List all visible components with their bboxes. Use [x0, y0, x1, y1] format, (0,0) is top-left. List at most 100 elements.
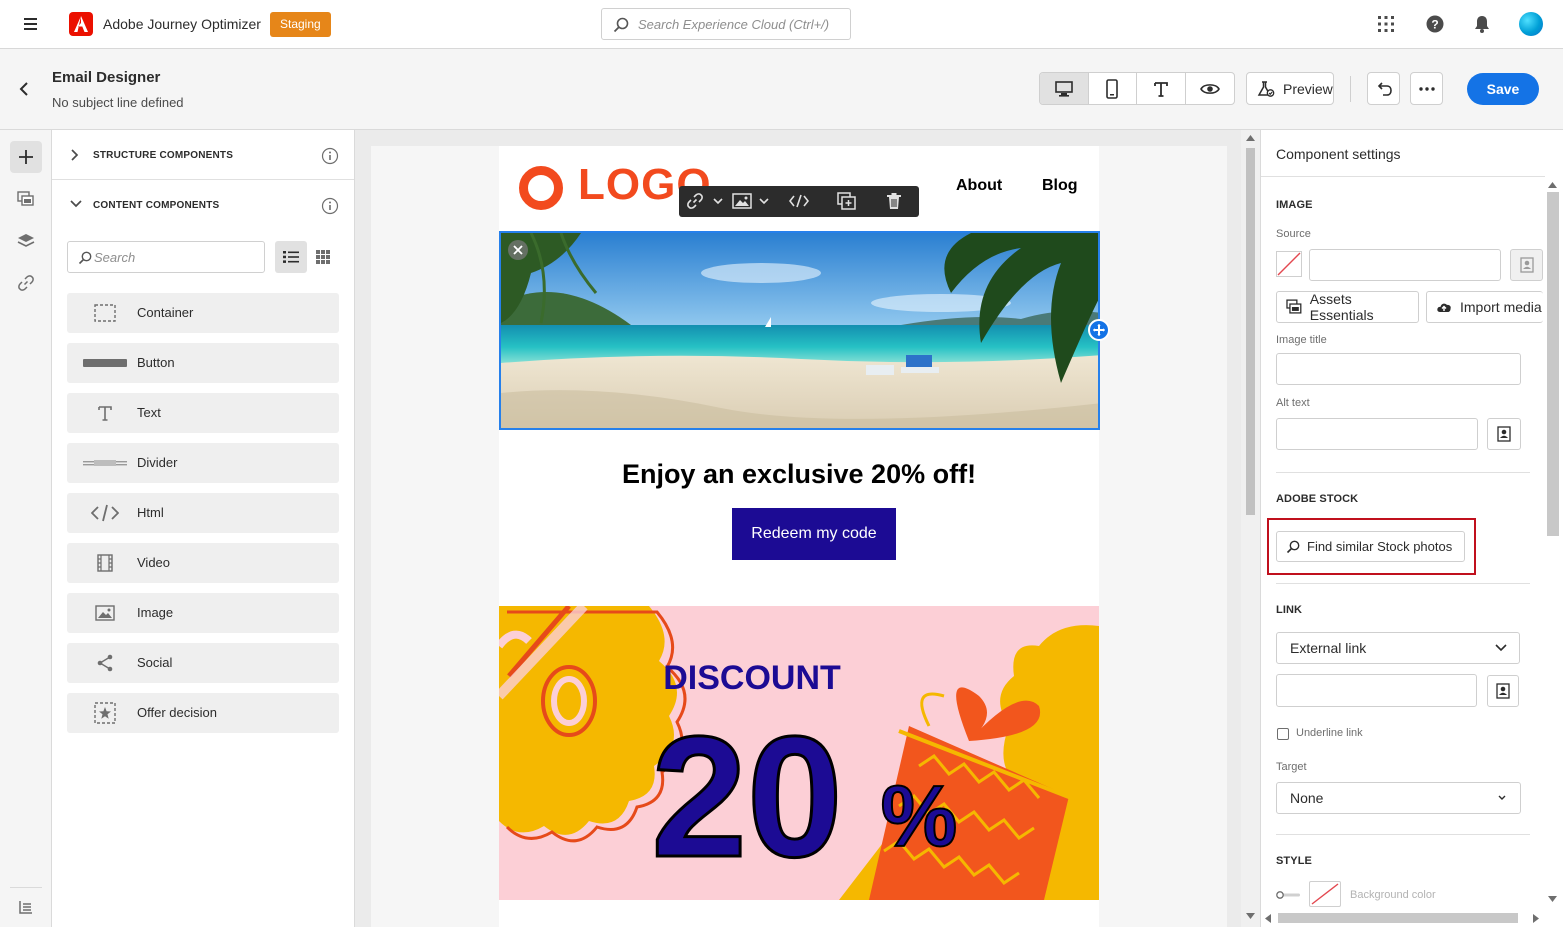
- component-text[interactable]: Text: [67, 393, 339, 433]
- scroll-down-icon[interactable]: [1548, 896, 1557, 902]
- source-field[interactable]: [1309, 249, 1501, 281]
- links-rail-button[interactable]: [10, 267, 42, 299]
- offer-decision-icon: [81, 702, 129, 724]
- image-title-field[interactable]: [1276, 353, 1521, 385]
- hero-image[interactable]: [499, 231, 1100, 430]
- alt-text-personalize-button[interactable]: [1487, 418, 1521, 450]
- canvas-scrollbar[interactable]: [1241, 130, 1260, 927]
- link-icon[interactable]: [686, 192, 704, 210]
- component-html[interactable]: Html: [67, 493, 339, 533]
- settings-horizontal-scrollbar[interactable]: [1263, 910, 1543, 926]
- help-icon[interactable]: ?: [1425, 14, 1445, 34]
- settings-hscroll-thumb[interactable]: [1278, 913, 1518, 923]
- assets-rail-button[interactable]: [10, 183, 42, 215]
- add-component-handle-icon[interactable]: [1088, 319, 1110, 341]
- target-label: Target: [1276, 761, 1307, 773]
- notifications-bell-icon[interactable]: [1472, 14, 1492, 34]
- underline-link-checkbox[interactable]: [1277, 728, 1289, 740]
- link-type-select[interactable]: External link: [1276, 632, 1520, 664]
- image-icon[interactable]: [732, 192, 752, 210]
- email-headline[interactable]: Enjoy an exclusive 20% off!: [499, 459, 1099, 490]
- redeem-code-button[interactable]: Redeem my code: [732, 508, 896, 560]
- plus-icon: [19, 150, 33, 164]
- save-button[interactable]: Save: [1467, 73, 1539, 105]
- promo-percent: %: [881, 769, 957, 865]
- settings-rail-button[interactable]: [10, 891, 42, 923]
- component-offer-decision[interactable]: Offer decision: [67, 693, 339, 733]
- background-color-toggle[interactable]: [1276, 891, 1300, 899]
- preview-button[interactable]: Preview: [1246, 72, 1334, 105]
- settings-divider: [1276, 834, 1530, 835]
- assets-essentials-button[interactable]: Assets Essentials: [1276, 291, 1419, 323]
- source-swatch[interactable]: [1276, 251, 1302, 277]
- back-chevron-icon[interactable]: [18, 82, 30, 96]
- scroll-left-icon[interactable]: [1265, 914, 1271, 923]
- scroll-right-icon[interactable]: [1533, 914, 1539, 923]
- layers-rail-button[interactable]: [10, 225, 42, 257]
- import-media-button[interactable]: Import media: [1426, 291, 1543, 323]
- component-container[interactable]: Container: [67, 293, 339, 333]
- info-icon[interactable]: [321, 147, 339, 165]
- code-icon[interactable]: [789, 192, 809, 210]
- view-mode-group: [1039, 72, 1235, 105]
- link-url-field[interactable]: [1276, 674, 1477, 707]
- component-video[interactable]: Video: [67, 543, 339, 583]
- canvas-scroll-thumb[interactable]: [1246, 148, 1255, 515]
- mobile-view-button[interactable]: [1089, 73, 1137, 104]
- duplicate-icon[interactable]: [837, 192, 857, 210]
- more-actions-button[interactable]: [1410, 72, 1443, 105]
- scroll-up-icon[interactable]: [1246, 135, 1255, 141]
- video-icon: [81, 552, 129, 574]
- chevron-down-icon[interactable]: [713, 197, 723, 205]
- visibility-view-button[interactable]: [1186, 73, 1235, 104]
- remove-image-icon[interactable]: [508, 240, 528, 260]
- discount-promo-image[interactable]: DISCOUNT 20 %: [499, 606, 1099, 900]
- environment-badge[interactable]: Staging: [270, 12, 331, 37]
- app-title[interactable]: Adobe Journey Optimizer: [103, 16, 261, 32]
- add-components-button[interactable]: [10, 141, 42, 173]
- find-similar-stock-button[interactable]: Find similar Stock photos: [1276, 531, 1465, 562]
- desktop-view-button[interactable]: [1040, 73, 1089, 104]
- source-browse-button[interactable]: [1510, 249, 1543, 281]
- list-view-toggle[interactable]: [275, 241, 307, 273]
- structure-components-header[interactable]: STRUCTURE COMPONENTS: [52, 130, 354, 180]
- component-image[interactable]: Image: [67, 593, 339, 633]
- asset-picker-icon: [1519, 257, 1534, 273]
- email-nav-blog[interactable]: Blog: [1042, 177, 1078, 195]
- user-avatar[interactable]: [1519, 12, 1543, 36]
- logo-mark-icon[interactable]: [519, 166, 563, 210]
- email-nav-about[interactable]: About: [956, 177, 1002, 195]
- info-icon[interactable]: [321, 197, 339, 215]
- apps-grid-icon[interactable]: [1376, 14, 1396, 34]
- component-button[interactable]: Button: [67, 343, 339, 383]
- undo-button[interactable]: [1367, 72, 1400, 105]
- component-social[interactable]: Social: [67, 643, 339, 683]
- empty-swatch-icon: [1311, 883, 1339, 905]
- settings-scroll-thumb[interactable]: [1547, 192, 1559, 536]
- chevron-down-icon[interactable]: [759, 197, 769, 205]
- component-divider[interactable]: Divider: [67, 443, 339, 483]
- settings-vertical-scrollbar[interactable]: [1545, 180, 1561, 910]
- chevron-down-icon: [1495, 644, 1507, 652]
- alt-text-field[interactable]: [1276, 418, 1478, 450]
- layers-settings-icon: [19, 901, 32, 914]
- content-components-header[interactable]: CONTENT COMPONENTS: [52, 180, 354, 230]
- image-title-label: Image title: [1276, 334, 1327, 346]
- component-search-input[interactable]: Search: [67, 241, 265, 273]
- image-component-toolbar: [679, 186, 919, 217]
- text-view-button[interactable]: [1137, 73, 1186, 104]
- desktop-icon: [1054, 80, 1073, 97]
- scroll-down-icon[interactable]: [1246, 913, 1255, 919]
- hamburger-menu-icon[interactable]: [22, 15, 42, 33]
- target-select[interactable]: None: [1276, 782, 1521, 814]
- container-icon: [81, 302, 129, 324]
- link-personalize-button[interactable]: [1487, 675, 1519, 707]
- background-color-swatch[interactable]: [1309, 881, 1341, 907]
- promo-title: DISCOUNT: [663, 659, 841, 697]
- grid-view-toggle[interactable]: [307, 241, 339, 273]
- settings-divider: [1276, 472, 1530, 473]
- delete-trash-icon[interactable]: [886, 192, 902, 210]
- adobe-logo-icon[interactable]: [69, 12, 93, 36]
- global-search-input[interactable]: Search Experience Cloud (Ctrl+/): [601, 8, 851, 40]
- scroll-up-icon[interactable]: [1548, 182, 1557, 188]
